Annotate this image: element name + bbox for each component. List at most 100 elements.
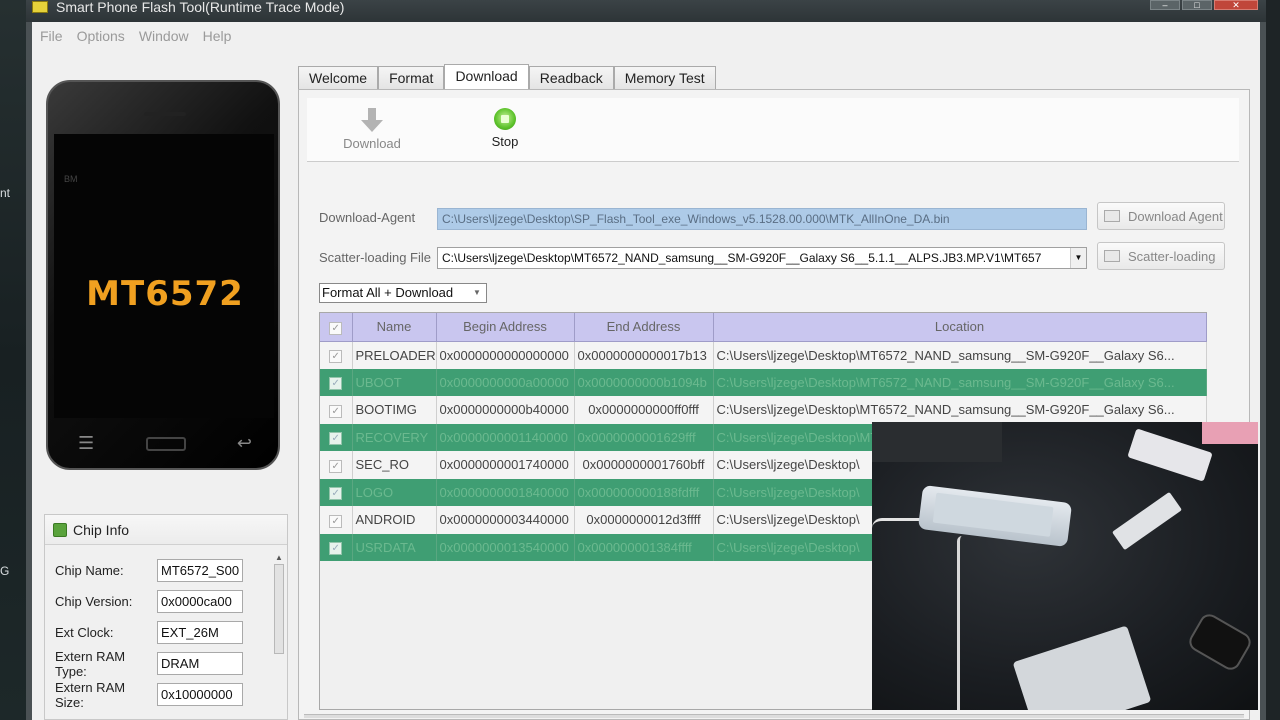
column-header-name: Name — [352, 313, 437, 342]
row-checkbox[interactable]: ✓ — [329, 350, 343, 363]
ram-type-field[interactable]: DRAM — [157, 652, 243, 675]
chip-info-panel: Chip Info Chip Name: MT6572_S00 Chip Vers… — [44, 514, 288, 720]
chip-name-label: Chip Name: — [55, 563, 124, 578]
begin-address: 0x0000000003440000 — [436, 506, 575, 534]
download-agent-label: Download-Agent — [319, 210, 416, 225]
menu-options[interactable]: Options — [70, 28, 132, 44]
window-title: Smart Phone Flash Tool(Runtime Trace Mod… — [56, 0, 345, 15]
partition-location[interactable]: C:\Users\ljzege\Desktop\MT6572_NAND_sams… — [713, 368, 1207, 396]
ram-size-field[interactable]: 0x10000000 — [157, 683, 243, 706]
ram-size-label: Extern RAM Size: — [55, 679, 126, 710]
end-address: 0x0000000000b1094b — [574, 368, 714, 396]
partition-name: RECOVERY — [352, 423, 437, 451]
chevron-down-icon[interactable]: ▼ — [468, 284, 486, 302]
webcam-video-overlay — [872, 422, 1258, 710]
download-agent-path-input[interactable]: C:\Users\ljzege\Desktop\SP_Flash_Tool_ex… — [437, 208, 1087, 230]
back-key-icon: ↩ — [236, 433, 252, 453]
column-header-begin: Begin Address — [436, 313, 575, 342]
scatter-file-select[interactable]: C:\Users\ljzege\Desktop\MT6572_NAND_sams… — [437, 247, 1087, 269]
menu-file[interactable]: File — [32, 28, 70, 44]
video-card — [1112, 491, 1182, 551]
menu-key-icon: ☰ — [78, 433, 95, 453]
download-agent-button[interactable]: Download Agent — [1097, 202, 1225, 230]
table-row[interactable]: ✓ PRELOADER 0x0000000000000000 0x0000000… — [320, 341, 1207, 369]
chip-info-title: Chip Info — [73, 521, 130, 538]
partition-name: SEC_RO — [352, 451, 437, 479]
tab-format[interactable]: Format — [378, 66, 445, 89]
phone-illustration: BM MT6572 ☰ ↩ — [46, 80, 280, 470]
scroll-thumb[interactable] — [274, 564, 284, 654]
row-checkbox[interactable]: ✓ — [329, 487, 343, 501]
end-address: 0x0000000001760bff — [574, 451, 714, 479]
partition-name: PRELOADER — [352, 341, 437, 369]
ext-clock-field[interactable]: EXT_26M — [157, 621, 243, 644]
folder-icon — [1104, 210, 1120, 222]
app-icon — [32, 1, 48, 13]
chevron-down-icon[interactable]: ▼ — [1070, 248, 1086, 268]
menu-bar: File Options Window Help — [32, 22, 1260, 50]
tab-welcome[interactable]: Welcome — [298, 66, 379, 89]
column-header-end: End Address — [574, 313, 714, 342]
download-button[interactable]: Download — [337, 108, 407, 151]
row-checkbox[interactable]: ✓ — [329, 404, 343, 418]
minimize-button[interactable]: – — [1150, 0, 1180, 10]
chip-name-field[interactable]: MT6572_S00 — [157, 559, 243, 582]
partition-name: LOGO — [352, 478, 437, 506]
download-mode-select[interactable]: Format All + Download ▼ — [319, 283, 487, 303]
tab-download[interactable]: Download — [444, 64, 529, 89]
download-button-label: Download — [343, 136, 401, 151]
video-key — [1185, 610, 1255, 674]
row-checkbox[interactable]: ✓ — [329, 459, 343, 473]
tab-bar: Welcome Format Download Readback Memory … — [298, 64, 716, 89]
row-checkbox[interactable]: ✓ — [329, 432, 343, 446]
close-button[interactable]: ✕ — [1214, 0, 1258, 10]
scatter-loading-button-label: Scatter-loading — [1128, 248, 1216, 264]
video-shadow — [872, 422, 1002, 462]
chip-version-field[interactable]: 0x0000ca00 — [157, 590, 243, 613]
table-row[interactable]: ✓ UBOOT 0x0000000000a00000 0x0000000000b… — [320, 368, 1207, 396]
begin-address: 0x0000000013540000 — [436, 533, 575, 561]
end-address: 0x0000000000ff0fff — [574, 396, 714, 424]
end-address: 0x0000000000017b13 — [574, 341, 714, 369]
row-checkbox[interactable]: ✓ — [329, 377, 343, 391]
begin-address: 0x0000000000b40000 — [436, 396, 575, 424]
desktop-label: nt — [0, 186, 11, 200]
partition-name: USRDATA — [352, 533, 437, 561]
partition-name: UBOOT — [352, 368, 437, 396]
maximize-button[interactable]: □ — [1182, 0, 1212, 10]
video-phone — [917, 485, 1073, 547]
row-checkbox[interactable]: ✓ — [329, 542, 343, 556]
chip-info-scrollbar[interactable]: ▲ — [273, 553, 285, 717]
partition-location[interactable]: C:\Users\ljzege\Desktop\MT6572_NAND_sams… — [713, 341, 1207, 369]
scatter-loading-button[interactable]: Scatter-loading — [1097, 242, 1225, 270]
table-row[interactable]: ✓ BOOTIMG 0x0000000000b40000 0x000000000… — [320, 396, 1207, 424]
tab-readback[interactable]: Readback — [528, 66, 614, 89]
menu-help[interactable]: Help — [196, 28, 239, 44]
status-bar — [304, 714, 1244, 718]
toolbar: Download Stop — [307, 98, 1239, 162]
folder-icon — [1104, 250, 1120, 262]
menu-window[interactable]: Window — [132, 28, 196, 44]
title-bar[interactable]: Smart Phone Flash Tool(Runtime Trace Mod… — [26, 0, 1266, 22]
column-header-location: Location — [713, 313, 1207, 342]
scatter-file-value: C:\Users\ljzege\Desktop\MT6572_NAND_sams… — [442, 251, 1042, 265]
end-address: 0x0000000001629fff — [574, 423, 714, 451]
scroll-up-icon[interactable]: ▲ — [273, 553, 285, 562]
video-pink-object — [1202, 422, 1258, 444]
phone-speaker — [144, 112, 186, 116]
scatter-file-label: Scatter-loading File — [319, 250, 431, 265]
begin-address: 0x0000000001740000 — [436, 451, 575, 479]
desktop-label: G — [0, 564, 10, 578]
row-checkbox[interactable]: ✓ — [329, 514, 343, 528]
stop-button[interactable]: Stop — [477, 108, 533, 149]
partition-name: ANDROID — [352, 506, 437, 534]
video-box — [1012, 625, 1152, 710]
tab-memory-test[interactable]: Memory Test — [613, 66, 716, 89]
select-all-checkbox[interactable]: ✓ — [320, 313, 353, 342]
end-address: 0x000000001384ffff — [574, 533, 714, 561]
home-key-icon — [145, 436, 186, 451]
video-cable — [957, 536, 967, 710]
begin-address: 0x0000000001840000 — [436, 478, 575, 506]
desktop-background: nt G — [0, 0, 28, 720]
partition-location[interactable]: C:\Users\ljzege\Desktop\MT6572_NAND_sams… — [713, 396, 1207, 424]
